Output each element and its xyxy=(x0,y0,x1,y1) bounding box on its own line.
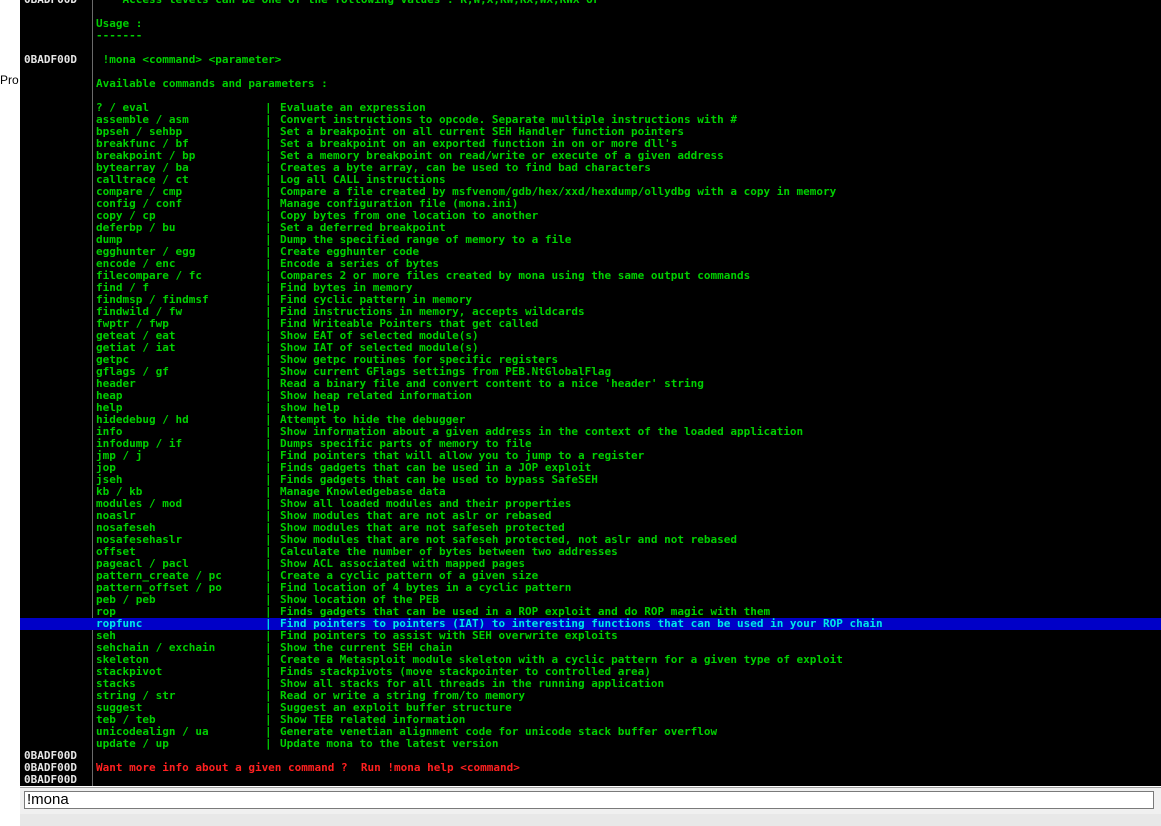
left-side-strip: Pro xyxy=(0,0,20,786)
command-row[interactable]: findwild / fw | Find instructions in memor… xyxy=(20,306,1161,318)
command-row[interactable]: copy / cp | Copy bytes from one location t… xyxy=(20,210,1161,222)
command-name: update / up xyxy=(96,737,169,750)
command-row[interactable]: fwptr / fwp | Find Writeable Pointers that… xyxy=(20,318,1161,330)
command-row[interactable]: noaslr | Show modules that are not aslr or… xyxy=(20,510,1161,522)
address-text: 0BADF00D xyxy=(24,773,77,786)
status-bar xyxy=(20,814,1161,826)
command-description: Update mona to the latest version xyxy=(280,737,499,750)
log-line[interactable]: Available commands and parameters : xyxy=(20,78,1161,90)
command-row[interactable]: update / up | Update mona to the latest ve… xyxy=(20,738,1161,750)
command-row[interactable]: unicodealign / ua | Generate venetian alig… xyxy=(20,726,1161,738)
immunity-debugger-window: Pro 0BADF00D Access levels can be one of… xyxy=(0,0,1161,826)
command-row[interactable]: compare / cmp | Compare a file created by … xyxy=(20,186,1161,198)
command-row[interactable]: getiat / iat | Show IAT of selected module… xyxy=(20,342,1161,354)
command-row[interactable]: config / conf | Manage configuration file … xyxy=(20,198,1161,210)
command-row[interactable]: geteat / eat | Show EAT of selected module… xyxy=(20,330,1161,342)
log-line[interactable]: Usage : xyxy=(20,18,1161,30)
command-input[interactable] xyxy=(24,791,1154,809)
column-divider: | xyxy=(265,737,272,750)
command-row[interactable]: string / str | Read or write a string from… xyxy=(20,690,1161,702)
command-row[interactable]: jseh | Finds gadgets that can be used to b… xyxy=(20,474,1161,486)
log-message: Access levels can be one of the followin… xyxy=(96,0,612,6)
log-message: ------- xyxy=(96,29,143,42)
log-line[interactable]: ------- xyxy=(20,30,1161,42)
command-row[interactable]: header | Read a binary file and convert co… xyxy=(20,378,1161,390)
command-row[interactable]: bytearray / ba | Creates a byte array, can… xyxy=(20,162,1161,174)
log-window[interactable]: 0BADF00D Access levels can be one of the… xyxy=(20,0,1161,786)
log-line[interactable]: 0BADF00D xyxy=(20,774,1161,786)
command-row[interactable]: offset | Calculate the number of bytes bet… xyxy=(20,546,1161,558)
command-bar xyxy=(20,787,1161,814)
log-line[interactable]: 0BADF00D !mona <command> <parameter> xyxy=(20,54,1161,66)
command-row[interactable]: suggest | Suggest an exploit buffer struct… xyxy=(20,702,1161,714)
command-row[interactable]: egghunter / egg | Create egghunter code xyxy=(20,246,1161,258)
command-row[interactable]: kb / kb | Manage Knowledgebase data xyxy=(20,486,1161,498)
side-label: Pro xyxy=(0,73,19,87)
log-message: Available commands and parameters : xyxy=(96,77,328,90)
log-line[interactable]: 0BADF00D Access levels can be one of the… xyxy=(20,0,1161,6)
address-text: 0BADF00D xyxy=(24,53,77,66)
log-line[interactable]: 0BADF00D Want more info about a given com… xyxy=(20,762,1161,774)
command-row[interactable]: heap | Show heap related information xyxy=(20,390,1161,402)
command-row[interactable]: deferbp / bu | Set a deferred breakpoint xyxy=(20,222,1161,234)
log-message: Want more info about a given command ? R… xyxy=(96,761,520,774)
command-row[interactable]: pattern_offset / po | Find location of 4 b… xyxy=(20,582,1161,594)
command-row[interactable]: info | Show information about a given addr… xyxy=(20,426,1161,438)
command-row[interactable]: stacks | Show all stacks for all threads i… xyxy=(20,678,1161,690)
log-message: !mona <command> <parameter> xyxy=(96,53,282,66)
command-row[interactable]: findmsp / findmsf | Find cyclic pattern in… xyxy=(20,294,1161,306)
address-text: 0BADF00D xyxy=(24,0,77,6)
command-row[interactable]: help | show help xyxy=(20,402,1161,414)
command-row[interactable]: filecompare / fc | Compares 2 or more file… xyxy=(20,270,1161,282)
command-row[interactable]: modules / mod | Show all loaded modules an… xyxy=(20,498,1161,510)
